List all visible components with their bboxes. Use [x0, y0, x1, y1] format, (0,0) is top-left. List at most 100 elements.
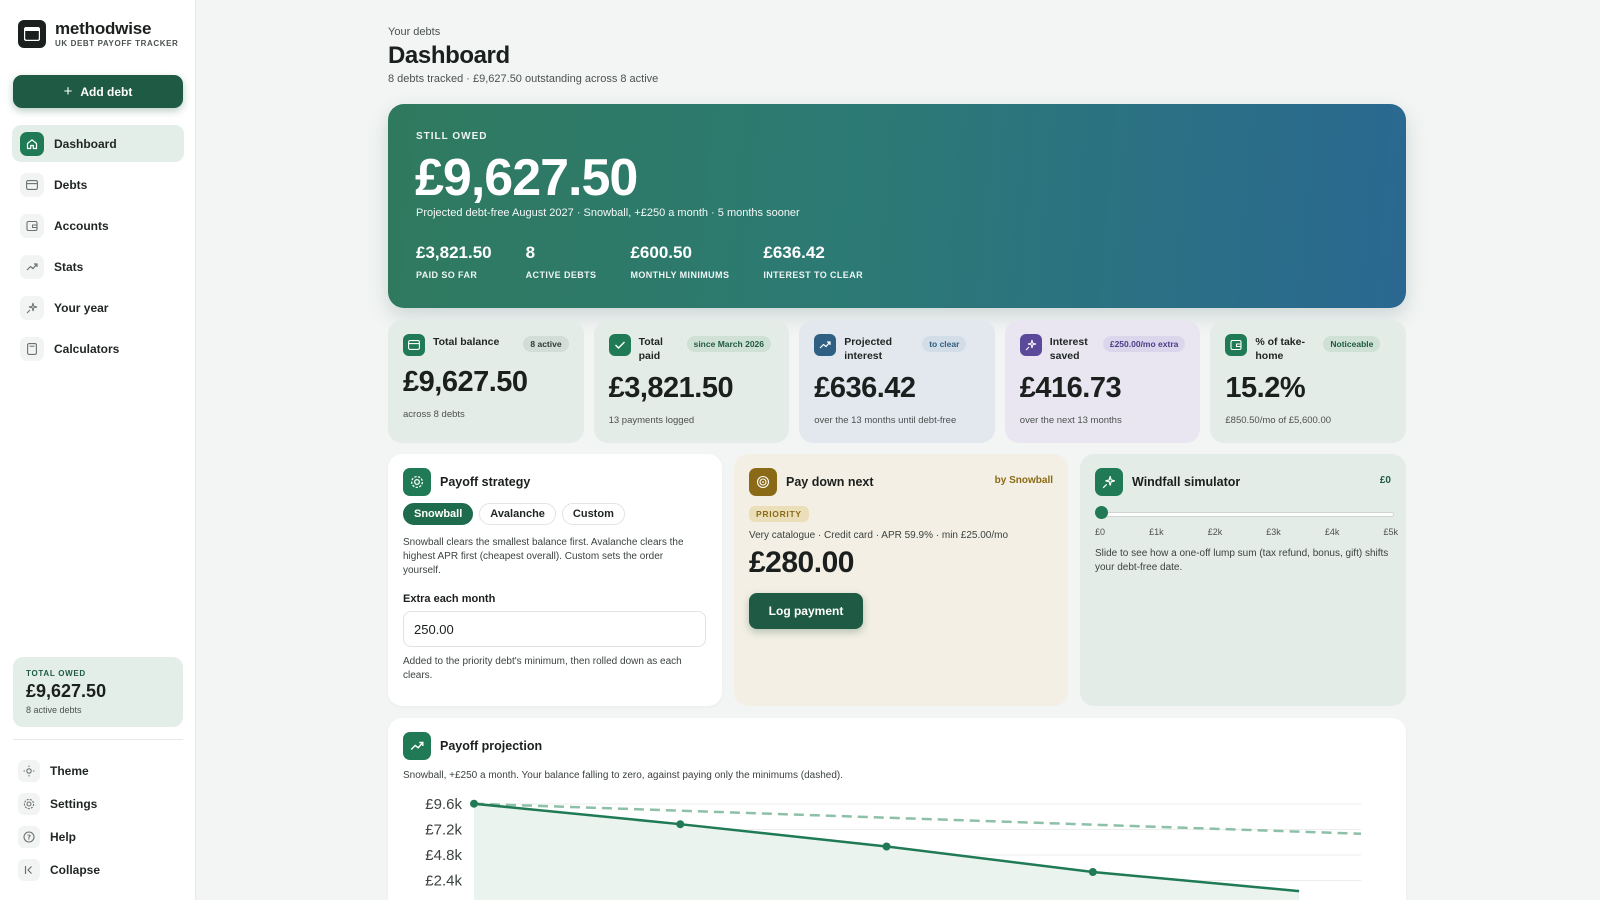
kpi-value: £3,821.50: [608, 372, 734, 404]
slider-tick: £3k: [1266, 527, 1281, 537]
kpi-sub: 13 payments logged: [608, 415, 695, 426]
sidebar-divider: [13, 739, 183, 740]
hero-stat-value: £636.42: [763, 243, 825, 262]
kpi-title: Interest saved: [1049, 336, 1088, 362]
sparkle-icon: [20, 295, 44, 320]
trend-icon: [403, 732, 431, 760]
sidebar-item-settings[interactable]: Settings: [18, 787, 184, 820]
total-owed-value: £9,627.50: [26, 681, 107, 701]
trend-icon: [814, 334, 837, 356]
sparkle-icon: [1095, 468, 1123, 496]
card-icon: [403, 334, 425, 356]
trend-icon: [20, 254, 44, 279]
kpi-sub: over the 13 months until debt-free: [814, 415, 957, 426]
pay-down-next-panel: Pay down next by Snowball PRIORITY Very …: [734, 454, 1068, 706]
sidebar-item-theme[interactable]: Theme: [18, 754, 184, 787]
kpi-value: £416.73: [1019, 372, 1122, 404]
hero-projection-note: Projected debt-free August 2027 · Snowba…: [416, 207, 800, 219]
y-tick-label: £9.6k: [425, 796, 462, 813]
hero-stat-value: £3,821.50: [416, 243, 492, 262]
sidebar-item-debts[interactable]: Debts: [12, 166, 184, 203]
gear-icon: [403, 468, 431, 496]
slider-tick: £5k: [1383, 527, 1398, 537]
hero-label: STILL OWED: [416, 131, 488, 142]
calculator-icon: [20, 336, 44, 361]
sidebar-item-calculators[interactable]: Calculators: [12, 330, 184, 367]
balance-point: [676, 820, 685, 829]
brand-name: methodwise: [55, 19, 152, 38]
page-subtitle: 8 debts tracked · £9,627.50 outstanding …: [388, 73, 659, 85]
sidebar-item-accounts[interactable]: Accounts: [12, 207, 184, 244]
wallet-icon: [1225, 334, 1248, 356]
sidebar-item-collapse[interactable]: Collapse: [18, 853, 184, 886]
hero-stat-label: MONTHLY MINIMUMS: [630, 270, 730, 280]
kpi-badge: £250.00/mo extra: [1102, 336, 1186, 352]
balance-point: [882, 842, 891, 851]
hero-stat-active-debts: 8 ACTIVE DEBTS: [526, 243, 597, 280]
kpi-title: Projected interest: [844, 336, 893, 362]
still-owed-hero: STILL OWED £9,627.50 Projected debt-free…: [388, 104, 1406, 308]
brand-tagline: UK DEBT PAYOFF TRACKER: [55, 39, 179, 48]
sidebar-item-label: Your year: [54, 300, 109, 315]
hero-stat-label: ACTIVE DEBTS: [525, 270, 597, 280]
strategy-option-custom[interactable]: Custom: [561, 503, 625, 525]
strategy-option-avalanche[interactable]: Avalanche: [479, 503, 556, 525]
kpi-projected-interest[interactable]: Projected interest to clear £636.42 over…: [799, 320, 995, 443]
wallet-icon: [20, 213, 44, 238]
sidebar-item-label: Help: [50, 829, 77, 844]
kpi-badge: since March 2026: [686, 336, 771, 352]
strategy-option-snowball[interactable]: Snowball: [403, 503, 474, 525]
hero-stat-paid: £3,821.50 PAID SO FAR: [416, 243, 492, 280]
collapse-icon: [18, 858, 40, 881]
sidebar-item-label: Collapse: [50, 862, 101, 877]
sidebar-item-label: Theme: [50, 763, 89, 778]
brand[interactable]: methodwise UK DEBT PAYOFF TRACKER: [18, 20, 178, 48]
windfall-slider-thumb[interactable]: [1095, 506, 1108, 519]
slider-tick: £2k: [1207, 527, 1223, 537]
windfall-slider-track[interactable]: [1101, 512, 1394, 517]
panel-title: Pay down next: [786, 475, 874, 489]
sun-icon: [18, 759, 40, 782]
sidebar-item-help[interactable]: ? Help: [18, 820, 184, 853]
kpi-badge: to clear: [922, 336, 967, 352]
sidebar-item-label: Dashboard: [54, 136, 117, 151]
sparkle-icon: [1019, 334, 1042, 356]
kpi-total-paid[interactable]: Total paid since March 2026 £3,821.50 13…: [593, 320, 790, 443]
sidebar-item-your-year[interactable]: Your year: [12, 289, 184, 326]
sidebar-item-label: Accounts: [54, 218, 109, 233]
payoff-projection-chart: £9.6k £7.2k £4.8k £2.4k: [425, 796, 1362, 900]
strategy-tag: by Snowball: [994, 475, 1053, 486]
slider-tick: £0: [1095, 527, 1106, 537]
home-icon: [20, 131, 44, 156]
card-icon: [20, 172, 44, 197]
sidebar-item-label: Stats: [54, 259, 84, 274]
log-payment-button[interactable]: Log payment: [749, 593, 863, 629]
kpi-sub: across 8 debts: [403, 409, 465, 420]
sidebar-item-dashboard[interactable]: Dashboard: [12, 125, 184, 162]
balance-area: [474, 803, 1300, 900]
kpi-badge: 8 active: [523, 336, 569, 352]
add-debt-button[interactable]: + Add debt: [13, 75, 183, 108]
kpi-interest-saved[interactable]: Interest saved £250.00/mo extra £416.73 …: [1004, 320, 1201, 443]
kpi-total-balance[interactable]: Total balance 8 active £9,627.50 across …: [388, 320, 584, 443]
target-icon: [749, 468, 777, 496]
payoff-strategy-panel: Payoff strategy Snowball Avalanche Custo…: [388, 454, 722, 706]
hero-stat-interest: £636.42 INTEREST TO CLEAR: [763, 243, 863, 280]
total-owed-label: TOTAL OWED: [26, 669, 86, 678]
kpi-value: £9,627.50: [403, 366, 528, 398]
hero-stat-value: £600.50: [630, 243, 692, 262]
payoff-projection-panel: Payoff projection Snowball, +£250 a mont…: [388, 718, 1406, 900]
extra-each-month-input[interactable]: [403, 611, 706, 647]
panel-title: Payoff projection: [440, 739, 543, 753]
kpi-take-home[interactable]: % of take-home Noticeable 15.2% £850.50/…: [1210, 320, 1406, 443]
priority-debt-meta: Very catalogue · Credit card · APR 59.9%…: [749, 530, 1009, 541]
hero-stat-minimums: £600.50 MONTHLY MINIMUMS: [630, 243, 729, 280]
sidebar-item-stats[interactable]: Stats: [12, 248, 184, 285]
panel-title: Payoff strategy: [440, 475, 531, 489]
y-tick-label: £4.8k: [425, 847, 462, 864]
sidebar-item-label: Settings: [50, 796, 98, 811]
windfall-note: Slide to see how a one-off lump sum (tax…: [1095, 548, 1389, 573]
kpi-value: 15.2%: [1225, 372, 1306, 404]
sidebar-nav: Dashboard Debts Accounts Stats Your year: [12, 125, 184, 371]
panel-title: Windfall simulator: [1132, 475, 1241, 489]
